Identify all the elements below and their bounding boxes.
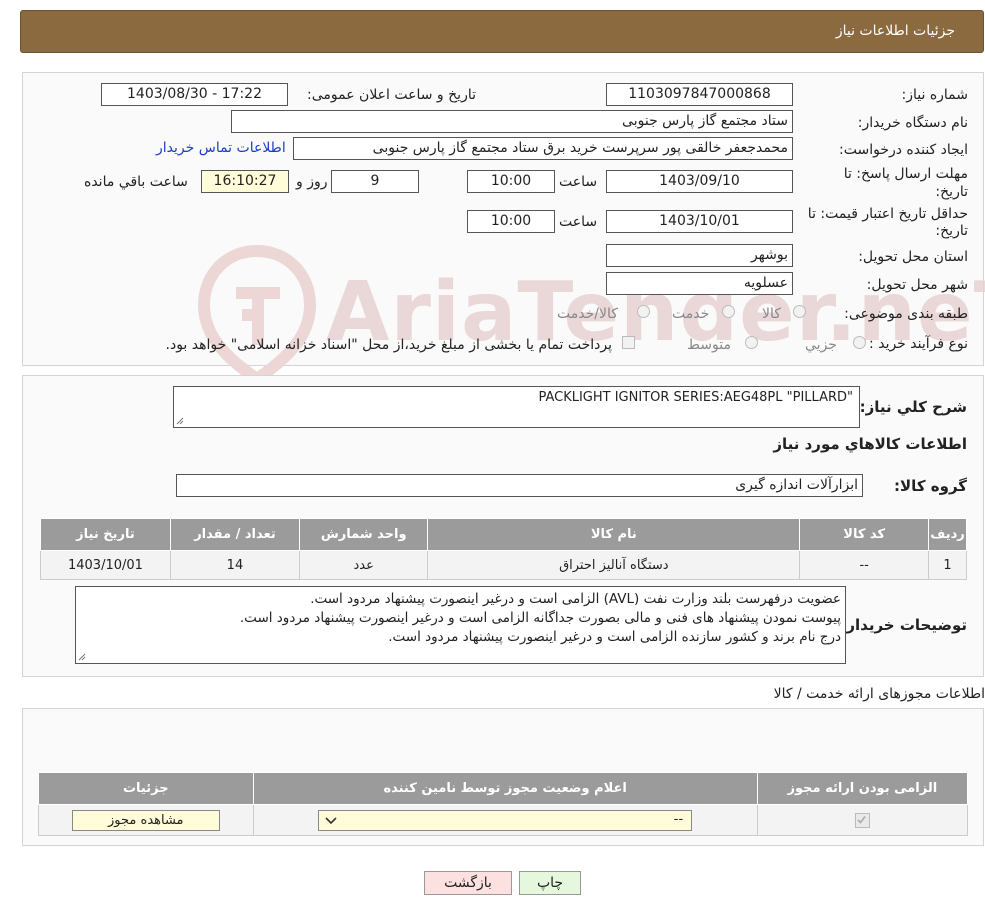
category-service-radio[interactable] (722, 305, 735, 318)
resize-grip-icon[interactable] (176, 417, 184, 425)
reply-deadline-label: مهلت ارسال پاسخ: تا (843, 166, 968, 182)
need-number-field: 1103097847000868 (606, 83, 793, 106)
licenses-table: الزامی بودن ارائه مجوز اعلام وضعیت مجوز … (38, 772, 969, 836)
print-button[interactable]: چاپ (519, 871, 581, 895)
price-validity-time-field: 10:00 (467, 210, 555, 233)
buyer-note-line: عضویت درفهرست بلند وزارت نفت (AVL) الزام… (310, 591, 841, 607)
summary-textarea[interactable]: PACKLIGHT IGNITOR SERIES:AEG48PL "PILLAR… (173, 386, 860, 428)
watermark-logo-icon (197, 244, 317, 387)
col-unit: واحد شمارش (298, 518, 429, 551)
reply-time-label: ساعت (559, 174, 598, 190)
province-field: بوشهر (606, 244, 793, 267)
remaining-time-field: 16:10:27 (201, 170, 289, 193)
process-note: پرداخت تمام یا بخشی از مبلغ خرید،از محل … (165, 337, 612, 353)
reply-time-field: 10:00 (467, 170, 555, 193)
city-field: عسلویه (606, 272, 793, 295)
buyer-notes-text: عضویت درفهرست بلند وزارت نفت (AVL) الزام… (240, 590, 841, 647)
process-medium-label: متوسط (687, 337, 731, 353)
buyer-note-line: پیوست نمودن پیشنهاد های فنی و مالی بصورت… (239, 610, 841, 626)
buyer-note-line: درج نام برند و کشور سازنده الزامی است و … (388, 629, 841, 645)
category-goods-service-radio[interactable] (637, 305, 650, 318)
reply-deadline-label-2: تاریخ: (935, 184, 968, 200)
price-validity-label: حداقل تاریخ اعتبار قیمت: تا (807, 206, 968, 222)
city-label: شهر محل تحویل: (866, 277, 968, 293)
goods-group-field: ابزارآلات اندازه گیری (176, 474, 863, 497)
process-type-label: نوع فرآیند خرید : (869, 336, 968, 352)
page-title: جزئیات اطلاعات نیاز (835, 23, 955, 39)
remaining-time-label: ساعت باقي مانده (84, 174, 188, 190)
creator-label: ایجاد کننده درخواست: (839, 142, 968, 158)
cell-license-status: -- (252, 804, 758, 836)
buyer-org-label: نام دستگاه خریدار: (857, 115, 968, 131)
summary-text: PACKLIGHT IGNITOR SERIES:AEG48PL "PILLAR… (538, 390, 853, 405)
province-label: استان محل تحویل: (858, 249, 968, 265)
need-number-label: شماره نیاز: (901, 87, 969, 103)
cell-license-details: مشاهده مجوز (38, 804, 254, 836)
remaining-days-field: 9 (331, 170, 419, 193)
cell-date: 1403/10/01 (40, 550, 171, 580)
process-minor-radio[interactable] (853, 336, 866, 349)
watermark: AriaTender.neT (197, 244, 985, 387)
announce-datetime-field: 1403/08/30 - 17:22 (101, 83, 288, 106)
cell-row: 1 (928, 550, 967, 580)
col-name: نام کالا (427, 518, 801, 551)
check-icon (857, 815, 866, 824)
chevron-down-icon (325, 816, 337, 824)
cell-name: دستگاه آنالیز احتراق (427, 550, 801, 580)
category-label: طبقه بندی موضوعی: (844, 306, 968, 322)
col-row: رديف (928, 518, 967, 551)
goods-info-title: اطلاعات کالاهاي مورد نياز (773, 435, 967, 453)
col-quantity: تعداد / مقدار (169, 518, 300, 551)
licenses-table-header: الزامی بودن ارائه مجوز اعلام وضعیت مجوز … (38, 772, 969, 805)
summary-label: شرح کلي نیاز: (859, 398, 967, 416)
goods-group-label: گروه کالا: (894, 477, 967, 495)
creator-field: محمدجعفر خالقی پور سرپرست خرید برق ستاد … (293, 137, 793, 160)
buyer-notes-label: توضیحات خریدار: (840, 616, 967, 634)
days-label: روز و (296, 174, 328, 190)
resize-grip-icon[interactable] (78, 653, 86, 661)
license-status-value: -- (673, 811, 684, 827)
back-button[interactable]: بازگشت (424, 871, 512, 895)
licenses-title: اطلاعات مجوزهای ارائه خدمت / کالا (773, 686, 985, 702)
license-required-checkbox[interactable] (854, 812, 870, 828)
category-goods-label: کالا (762, 306, 781, 322)
col-license-details: جزئیات (38, 772, 254, 805)
cell-code: -- (799, 550, 930, 580)
goods-table: رديف کد کالا نام کالا واحد شمارش تعداد /… (40, 518, 967, 580)
category-goods-service-label: کالا/خدمت (557, 306, 618, 322)
category-goods-radio[interactable] (793, 305, 806, 318)
cell-unit: عدد (298, 550, 429, 580)
goods-table-header: رديف کد کالا نام کالا واحد شمارش تعداد /… (40, 518, 967, 551)
license-status-select[interactable]: -- (318, 809, 693, 831)
announce-datetime-label: تاریخ و ساعت اعلان عمومی: (307, 87, 476, 103)
process-medium-radio[interactable] (745, 336, 758, 349)
process-minor-label: جزیي (805, 337, 837, 353)
buyer-contact-link[interactable]: اطلاعات تماس خریدار (156, 140, 286, 156)
view-license-button[interactable]: مشاهده مجوز (71, 809, 220, 831)
price-validity-label-2: تاریخ: (935, 223, 968, 239)
cell-quantity: 14 (169, 550, 300, 580)
col-license-required: الزامی بودن ارائه مجوز (756, 772, 969, 805)
reply-date-field: 1403/09/10 (606, 170, 793, 193)
page-header: جزئیات اطلاعات نیاز (20, 10, 984, 53)
price-validity-date-field: 1403/10/01 (606, 210, 793, 233)
validity-time-label: ساعت (559, 214, 598, 230)
category-service-label: خدمت (672, 306, 710, 322)
table-row: 1 -- دستگاه آنالیز احتراق عدد 14 1403/10… (40, 550, 967, 580)
col-date: تاریخ نیاز (40, 518, 171, 551)
table-row: -- مشاهده مجوز (38, 804, 969, 836)
buyer-notes-textarea[interactable]: عضویت درفهرست بلند وزارت نفت (AVL) الزام… (75, 586, 846, 664)
treasury-checkbox[interactable] (622, 336, 635, 349)
col-code: کد کالا (799, 518, 930, 551)
buyer-org-field: ستاد مجتمع گاز پارس جنوبی (231, 110, 793, 133)
col-license-status: اعلام وضعیت مجوز توسط نامین کننده (252, 772, 758, 805)
cell-license-required (756, 804, 969, 836)
